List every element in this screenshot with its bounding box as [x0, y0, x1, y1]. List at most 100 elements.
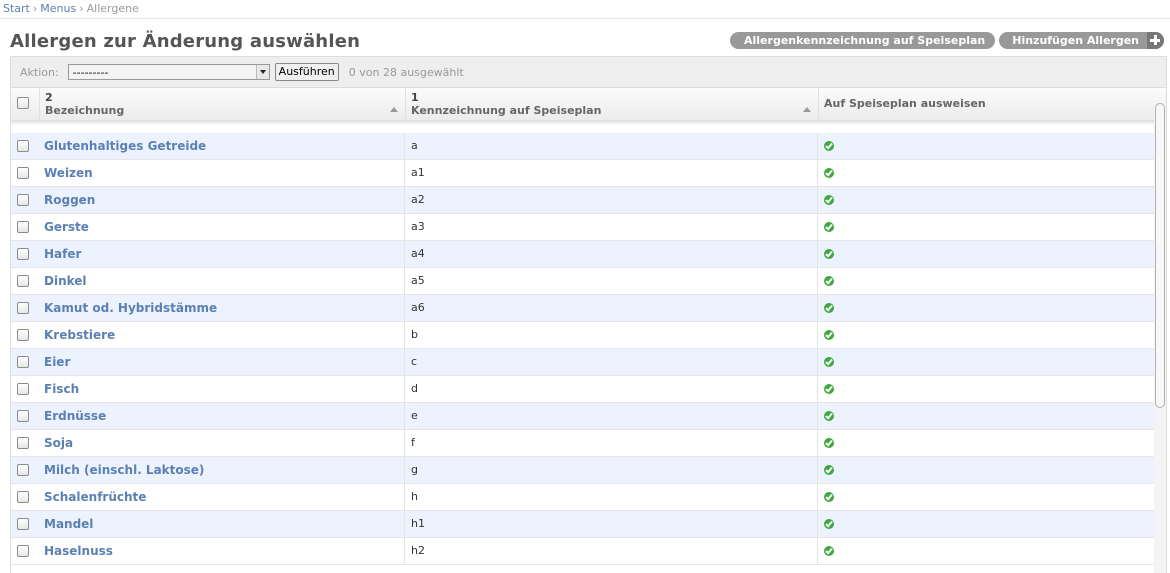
select-all-column [11, 88, 39, 120]
table-row: Haselnuss h2 [11, 538, 1154, 565]
breadcrumb-start-link[interactable]: Start [3, 2, 30, 15]
allergen-name-link[interactable]: Fisch [44, 382, 79, 396]
column-header-ausweisen[interactable]: Auf Speiseplan ausweisen [818, 88, 1159, 120]
show-on-menu-cell [818, 241, 1154, 267]
row-select-cell [11, 457, 39, 483]
row-checkbox[interactable] [17, 383, 29, 395]
show-on-menu-cell [818, 295, 1154, 321]
allergen-name-link[interactable]: Weizen [44, 166, 93, 180]
row-select-cell [11, 349, 39, 375]
allergen-name-link[interactable]: Glutenhaltiges Getreide [44, 139, 206, 153]
code-cell: a [405, 133, 818, 159]
row-checkbox[interactable] [17, 221, 29, 233]
allergen-name-link[interactable]: Mandel [44, 517, 93, 531]
allergen-name-link[interactable]: Eier [44, 355, 70, 369]
changelist: Aktion: --------- Ausführen 0 von 28 aus… [10, 56, 1167, 573]
allergen-name-link[interactable]: Milch (einschl. Laktose) [44, 463, 204, 477]
row-checkbox[interactable] [17, 410, 29, 422]
allergen-name-link[interactable]: Krebstiere [44, 328, 115, 342]
name-cell: Fisch [39, 376, 405, 402]
row-select-cell [11, 268, 39, 294]
table-row: Fisch d [11, 376, 1154, 403]
allergen-name-link[interactable]: Schalenfrüchte [44, 490, 146, 504]
row-select-cell [11, 484, 39, 510]
allergen-name-link[interactable]: Gerste [44, 220, 89, 234]
row-select-cell [11, 511, 39, 537]
table-row: Schalenfrüchte h [11, 484, 1154, 511]
allergen-name-link[interactable]: Haselnuss [44, 544, 113, 558]
code-cell: h1 [405, 511, 818, 537]
row-checkbox[interactable] [17, 545, 29, 557]
row-checkbox[interactable] [17, 140, 29, 152]
row-checkbox[interactable] [17, 491, 29, 503]
allergen-name-link[interactable]: Dinkel [44, 274, 87, 288]
code-cell: h [405, 484, 818, 510]
name-cell: Schalenfrüchte [39, 484, 405, 510]
action-select-value: --------- [72, 66, 109, 79]
breadcrumb-menus-link[interactable]: Menus [40, 2, 76, 15]
name-cell: Gerste [39, 214, 405, 240]
table-row: Eier c [11, 349, 1154, 376]
row-checkbox[interactable] [17, 437, 29, 449]
run-action-button[interactable]: Ausführen [274, 63, 339, 81]
show-on-menu-cell [818, 403, 1154, 429]
row-checkbox[interactable] [17, 356, 29, 368]
code-cell: a4 [405, 241, 818, 267]
name-cell: Kamut od. Hybridstämme [39, 295, 405, 321]
add-allergen-button[interactable]: Hinzufügen Allergen [999, 32, 1164, 49]
table-row: Soja f [11, 430, 1154, 457]
row-checkbox[interactable] [17, 329, 29, 341]
sort-ascending-icon[interactable] [390, 107, 398, 112]
allergen-labeling-button[interactable]: Allergenkennzeichnung auf Speiseplan [730, 32, 996, 49]
allergen-name-link[interactable]: Soja [44, 436, 73, 450]
column-title: Kennzeichnung auf Speiseplan [411, 104, 602, 117]
row-checkbox[interactable] [17, 518, 29, 530]
column-header-bezeichnung[interactable]: 2 Bezeichnung [39, 88, 406, 120]
show-on-menu-cell [818, 457, 1154, 483]
code-cell: h2 [405, 538, 818, 564]
sort-ascending-icon[interactable] [803, 107, 811, 112]
code-cell: a5 [405, 268, 818, 294]
allergen-name-link[interactable]: Erdnüsse [44, 409, 106, 423]
row-checkbox[interactable] [17, 167, 29, 179]
column-header-kennzeichnung[interactable]: 1 Kennzeichnung auf Speiseplan [405, 88, 819, 120]
actions-bar: Aktion: --------- Ausführen 0 von 28 aus… [11, 57, 1166, 88]
row-checkbox[interactable] [17, 248, 29, 260]
name-cell: Erdnüsse [39, 403, 405, 429]
scrollbar-thumb[interactable] [1155, 103, 1165, 408]
name-cell: Milch (einschl. Laktose) [39, 457, 405, 483]
breadcrumb: Start › Menus › Allergene [0, 0, 1170, 19]
code-cell: c [405, 349, 818, 375]
action-select[interactable]: --------- [67, 64, 270, 80]
scrollbar[interactable] [1154, 101, 1166, 573]
row-select-cell [11, 133, 39, 159]
allergen-name-link[interactable]: Hafer [44, 247, 81, 261]
check-circle-icon [824, 437, 834, 448]
row-checkbox[interactable] [17, 464, 29, 476]
check-circle-icon [824, 464, 834, 475]
row-checkbox[interactable] [17, 275, 29, 287]
code-cell: g [405, 457, 818, 483]
check-circle-icon [824, 140, 834, 151]
allergen-name-link[interactable]: Roggen [44, 193, 95, 207]
check-circle-icon [824, 383, 834, 394]
table-row: Milch (einschl. Laktose) g [11, 457, 1154, 484]
code-cell: b [405, 322, 818, 348]
allergen-name-link[interactable]: Kamut od. Hybridstämme [44, 301, 217, 315]
check-circle-icon [824, 329, 834, 340]
check-circle-icon [824, 167, 834, 178]
row-checkbox[interactable] [17, 194, 29, 206]
row-select-cell [11, 241, 39, 267]
row-select-cell [11, 214, 39, 240]
select-all-checkbox[interactable] [17, 97, 29, 109]
code-cell: a1 [405, 160, 818, 186]
show-on-menu-cell [818, 430, 1154, 456]
code-cell: a3 [405, 214, 818, 240]
column-title: Auf Speiseplan ausweisen [824, 97, 986, 110]
plus-icon [1147, 32, 1164, 49]
row-checkbox[interactable] [17, 302, 29, 314]
show-on-menu-cell [818, 538, 1154, 564]
show-on-menu-cell [818, 133, 1154, 159]
show-on-menu-cell [818, 322, 1154, 348]
row-select-cell [11, 430, 39, 456]
